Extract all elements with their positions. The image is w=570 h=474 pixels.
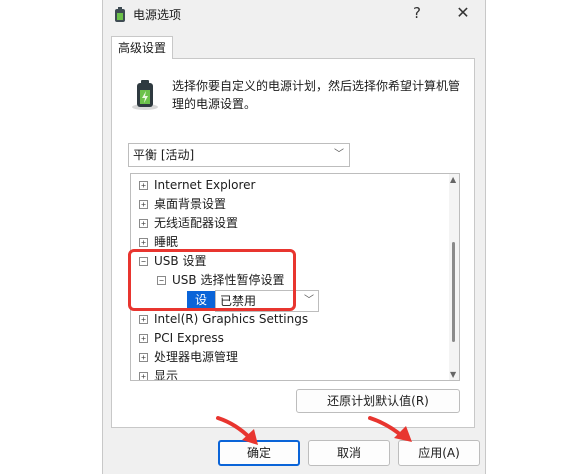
- tree-item-label: Intel(R) Graphics Settings: [154, 312, 309, 326]
- tree-item-display[interactable]: + 显示: [139, 367, 179, 381]
- tree-item-label: 睡眠: [154, 235, 179, 249]
- tree-item-pci-express[interactable]: + PCI Express: [139, 329, 224, 347]
- help-button[interactable]: ?: [395, 0, 439, 28]
- expand-icon[interactable]: +: [139, 372, 148, 380]
- title-bar: 电源选项 ? ✕: [103, 0, 485, 28]
- expand-icon[interactable]: +: [139, 353, 148, 362]
- scroll-up-icon[interactable]: ▲: [450, 175, 456, 184]
- expand-icon[interactable]: +: [139, 219, 148, 228]
- tree-item-label: PCI Express: [154, 331, 224, 345]
- advanced-settings-panel: 选择你要自定义的电源计划，然后选择你希望计算机管理的电源设置。 平衡 [活动] …: [111, 58, 475, 428]
- power-plan-value: 平衡 [活动]: [133, 148, 195, 162]
- tree-item-label: 无线适配器设置: [154, 216, 239, 230]
- tree-item-processor-power[interactable]: + 处理器电源管理: [139, 348, 238, 366]
- scroll-down-icon[interactable]: ▼: [450, 370, 456, 379]
- close-button[interactable]: ✕: [441, 0, 485, 28]
- tab-advanced-settings[interactable]: 高级设置: [111, 36, 173, 59]
- expand-icon[interactable]: +: [139, 200, 148, 209]
- window-title: 电源选项: [133, 8, 182, 22]
- expand-icon[interactable]: +: [139, 315, 148, 324]
- tree-item-desktop-background[interactable]: + 桌面背景设置: [139, 195, 226, 213]
- chevron-down-icon: ﹀: [334, 149, 344, 160]
- power-plan-select[interactable]: 平衡 [活动] ﹀: [128, 143, 350, 167]
- tree-item-wireless-adapter[interactable]: + 无线适配器设置: [139, 214, 238, 232]
- power-battery-icon: [115, 7, 125, 22]
- tree-scrollbar[interactable]: ▲ ▼: [449, 174, 459, 380]
- annotation-arrow-icon: [368, 416, 412, 442]
- tree-item-label: 桌面背景设置: [154, 197, 227, 211]
- expand-icon[interactable]: +: [139, 334, 148, 343]
- description-text: 选择你要自定义的电源计划，然后选择你希望计算机管理的电源设置。: [172, 79, 461, 111]
- tree-item-label: 显示: [154, 369, 179, 381]
- tree-item-label: 处理器电源管理: [154, 350, 239, 364]
- tree-item-intel-graphics[interactable]: + Intel(R) Graphics Settings: [139, 310, 308, 328]
- annotation-arrow-icon: [216, 416, 258, 445]
- tree-item-internet-explorer[interactable]: + Internet Explorer: [139, 176, 255, 194]
- expand-icon[interactable]: +: [139, 238, 148, 247]
- expand-icon[interactable]: +: [139, 181, 148, 190]
- power-battery-icon: [132, 80, 158, 110]
- restore-defaults-button[interactable]: 还原计划默认值(R): [296, 389, 460, 413]
- highlight-box: [128, 249, 296, 311]
- scroll-thumb[interactable]: [452, 242, 455, 342]
- tree-item-label: Internet Explorer: [154, 178, 256, 192]
- chevron-down-icon: ﹀: [304, 295, 314, 306]
